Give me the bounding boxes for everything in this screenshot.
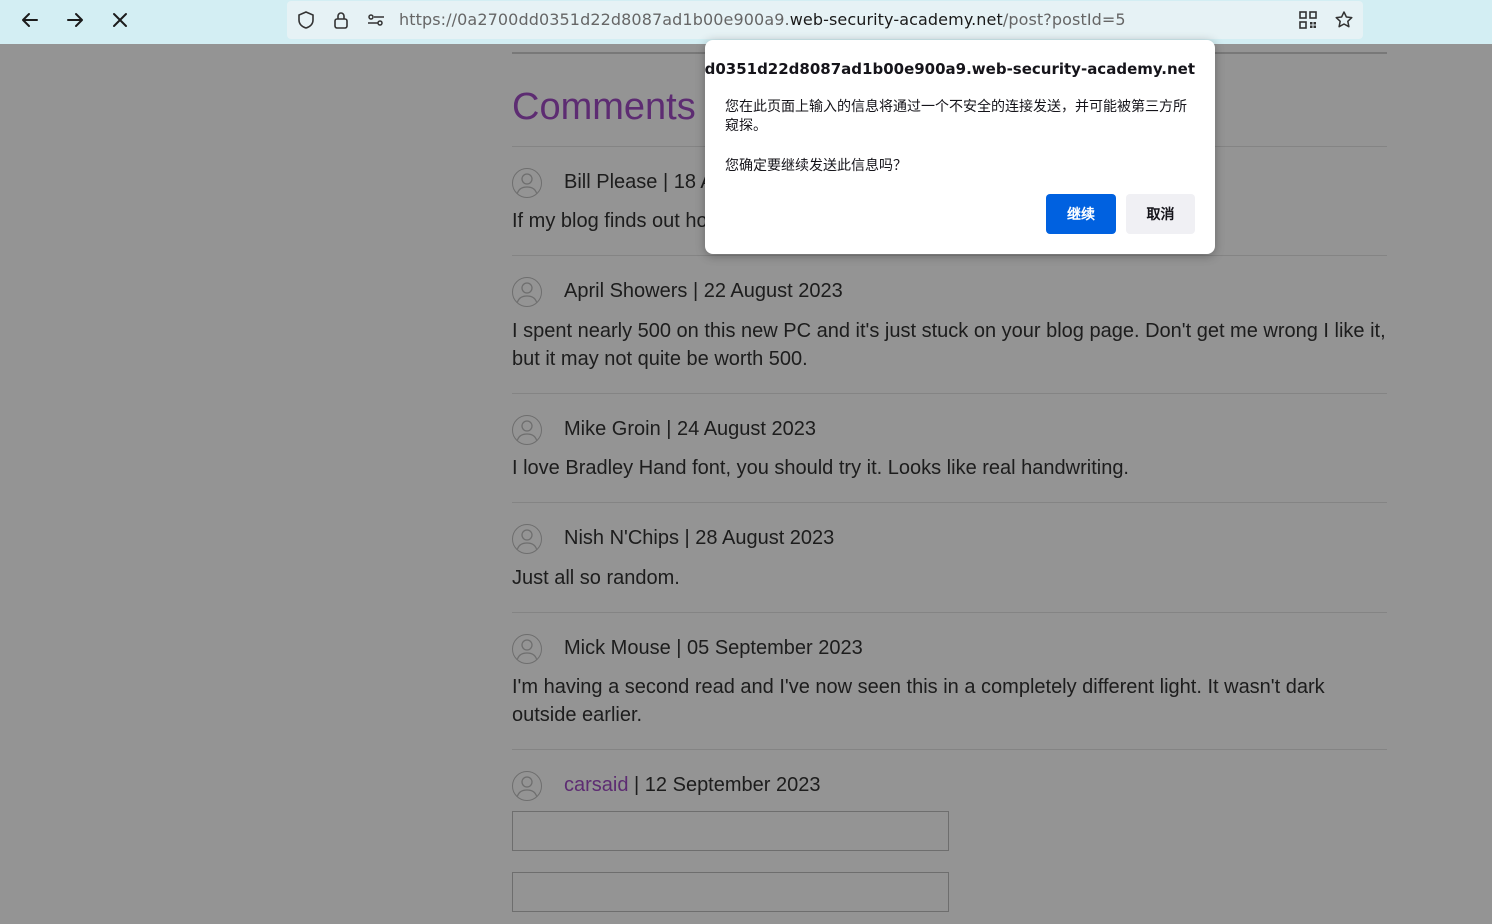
url-path: /post?postId=5 xyxy=(1002,10,1126,29)
cancel-button[interactable]: 取消 xyxy=(1126,194,1195,234)
dialog-message: 您在此页面上输入的信息将通过一个不安全的连接发送，并可能被第三方所窥探。 xyxy=(725,99,1187,134)
site-security-button[interactable] xyxy=(330,9,352,31)
dialog-title: 700dd0351d22d8087ad1b00e900a9.web-securi… xyxy=(705,60,1195,78)
url-prefix: https://0a2700dd0351d22d8087ad1b00e900a9… xyxy=(399,10,790,29)
permissions-button[interactable] xyxy=(365,9,387,31)
continue-button[interactable]: 继续 xyxy=(1046,194,1116,234)
forward-arrow-icon xyxy=(67,13,83,27)
url-text[interactable]: https://0a2700dd0351d22d8087ad1b00e900a9… xyxy=(399,10,1126,29)
forward-button[interactable] xyxy=(57,4,93,36)
insecure-form-dialog: 700dd0351d22d8087ad1b00e900a9.web-securi… xyxy=(705,40,1215,254)
dialog-question: 您确定要继续发送此信息吗？ xyxy=(725,158,907,174)
browser-toolbar: https://0a2700dd0351d22d8087ad1b00e900a9… xyxy=(0,0,1492,44)
qr-code-icon xyxy=(1299,11,1317,29)
back-arrow-icon xyxy=(22,13,38,27)
lock-icon xyxy=(334,12,348,29)
shield-icon xyxy=(298,11,314,29)
stop-button[interactable] xyxy=(102,4,138,36)
stop-icon xyxy=(113,13,127,27)
tracking-protection-button[interactable] xyxy=(295,9,317,31)
qr-code-button[interactable] xyxy=(1297,9,1319,31)
back-button[interactable] xyxy=(12,4,48,36)
permissions-icon xyxy=(368,14,384,26)
url-host: web-security-academy.net xyxy=(789,10,1003,29)
star-icon xyxy=(1335,11,1353,28)
address-bar[interactable]: https://0a2700dd0351d22d8087ad1b00e900a9… xyxy=(287,1,1363,39)
bookmark-button[interactable] xyxy=(1333,9,1355,31)
